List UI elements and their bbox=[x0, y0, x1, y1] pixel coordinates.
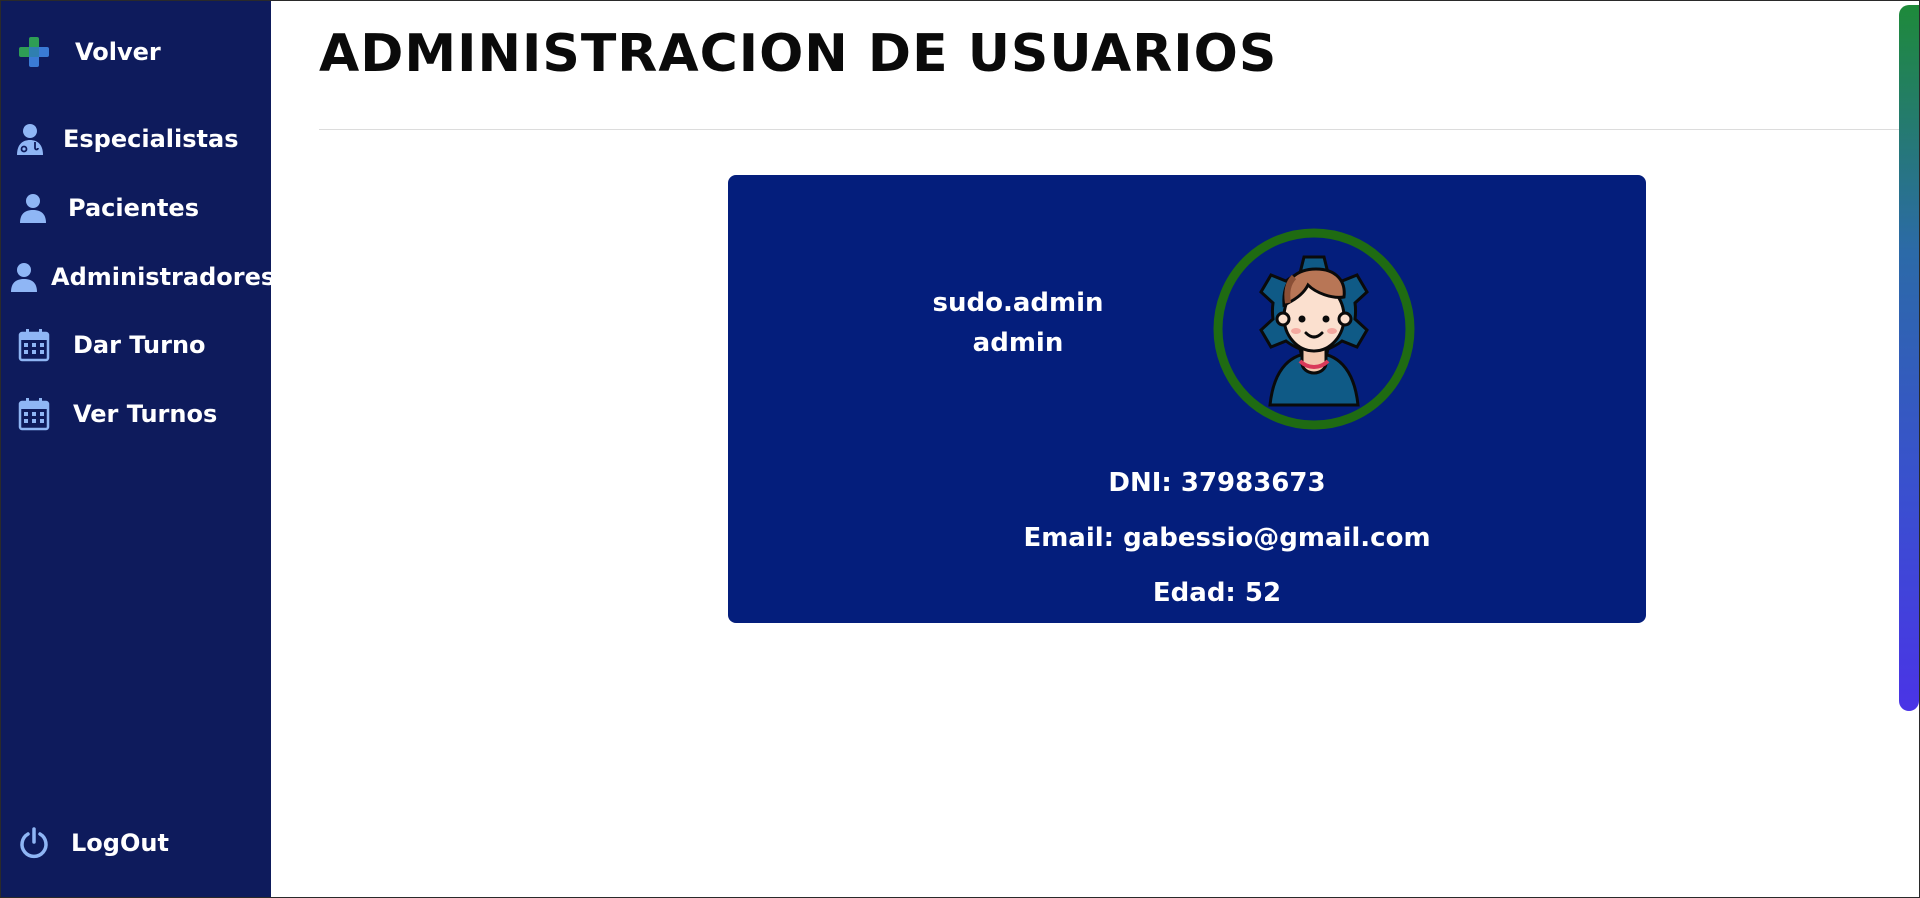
user-age: Edad: 52 bbox=[1152, 578, 1282, 608]
sidebar-item-administradores[interactable]: Administradores bbox=[1, 251, 275, 303]
user-card: sudo.admin admin DNI: 37983673 Email: ga… bbox=[728, 175, 1646, 623]
sidebar-item-label: Dar Turno bbox=[73, 331, 206, 359]
logout-label: LogOut bbox=[71, 829, 169, 857]
avatar bbox=[1212, 227, 1416, 431]
sidebar: Volver Especialistas Pacientes Administr… bbox=[1, 1, 275, 897]
calendar-icon bbox=[17, 397, 51, 431]
sidebar-item-ver-turnos[interactable]: Ver Turnos bbox=[1, 388, 271, 440]
sidebar-item-label: Administradores bbox=[51, 263, 276, 291]
sidebar-item-pacientes[interactable]: Pacientes bbox=[1, 182, 271, 234]
sidebar-item-dar-turno[interactable]: Dar Turno bbox=[1, 319, 271, 371]
scrollbar[interactable] bbox=[1899, 5, 1919, 711]
sidebar-item-label: Pacientes bbox=[68, 194, 199, 222]
title-divider bbox=[319, 129, 1901, 130]
page-title: ADMINISTRACION DE USUARIOS bbox=[319, 24, 1278, 84]
user-icon bbox=[7, 260, 41, 294]
back-label: Volver bbox=[75, 38, 161, 66]
calendar-icon bbox=[17, 328, 51, 362]
logout-button[interactable]: LogOut bbox=[1, 817, 271, 869]
admin-avatar-icon bbox=[1213, 228, 1415, 430]
sidebar-item-label: Ver Turnos bbox=[73, 400, 218, 428]
user-identity: sudo.admin admin bbox=[918, 283, 1118, 363]
user-role: admin bbox=[972, 328, 1064, 358]
sidebar-item-especialistas[interactable]: Especialistas bbox=[1, 113, 271, 165]
app-window: Volver Especialistas Pacientes Administr… bbox=[0, 0, 1920, 898]
username: sudo.admin bbox=[932, 288, 1104, 318]
user-email: Email: gabessio@gmail.com bbox=[1023, 523, 1431, 553]
doctor-icon bbox=[13, 122, 47, 156]
power-icon bbox=[17, 826, 51, 860]
back-button[interactable]: Volver bbox=[1, 26, 271, 78]
medical-cross-logo-icon bbox=[17, 35, 51, 69]
user-icon bbox=[16, 191, 50, 225]
sidebar-item-label: Especialistas bbox=[63, 125, 239, 153]
user-dni: DNI: 37983673 bbox=[1108, 468, 1326, 498]
